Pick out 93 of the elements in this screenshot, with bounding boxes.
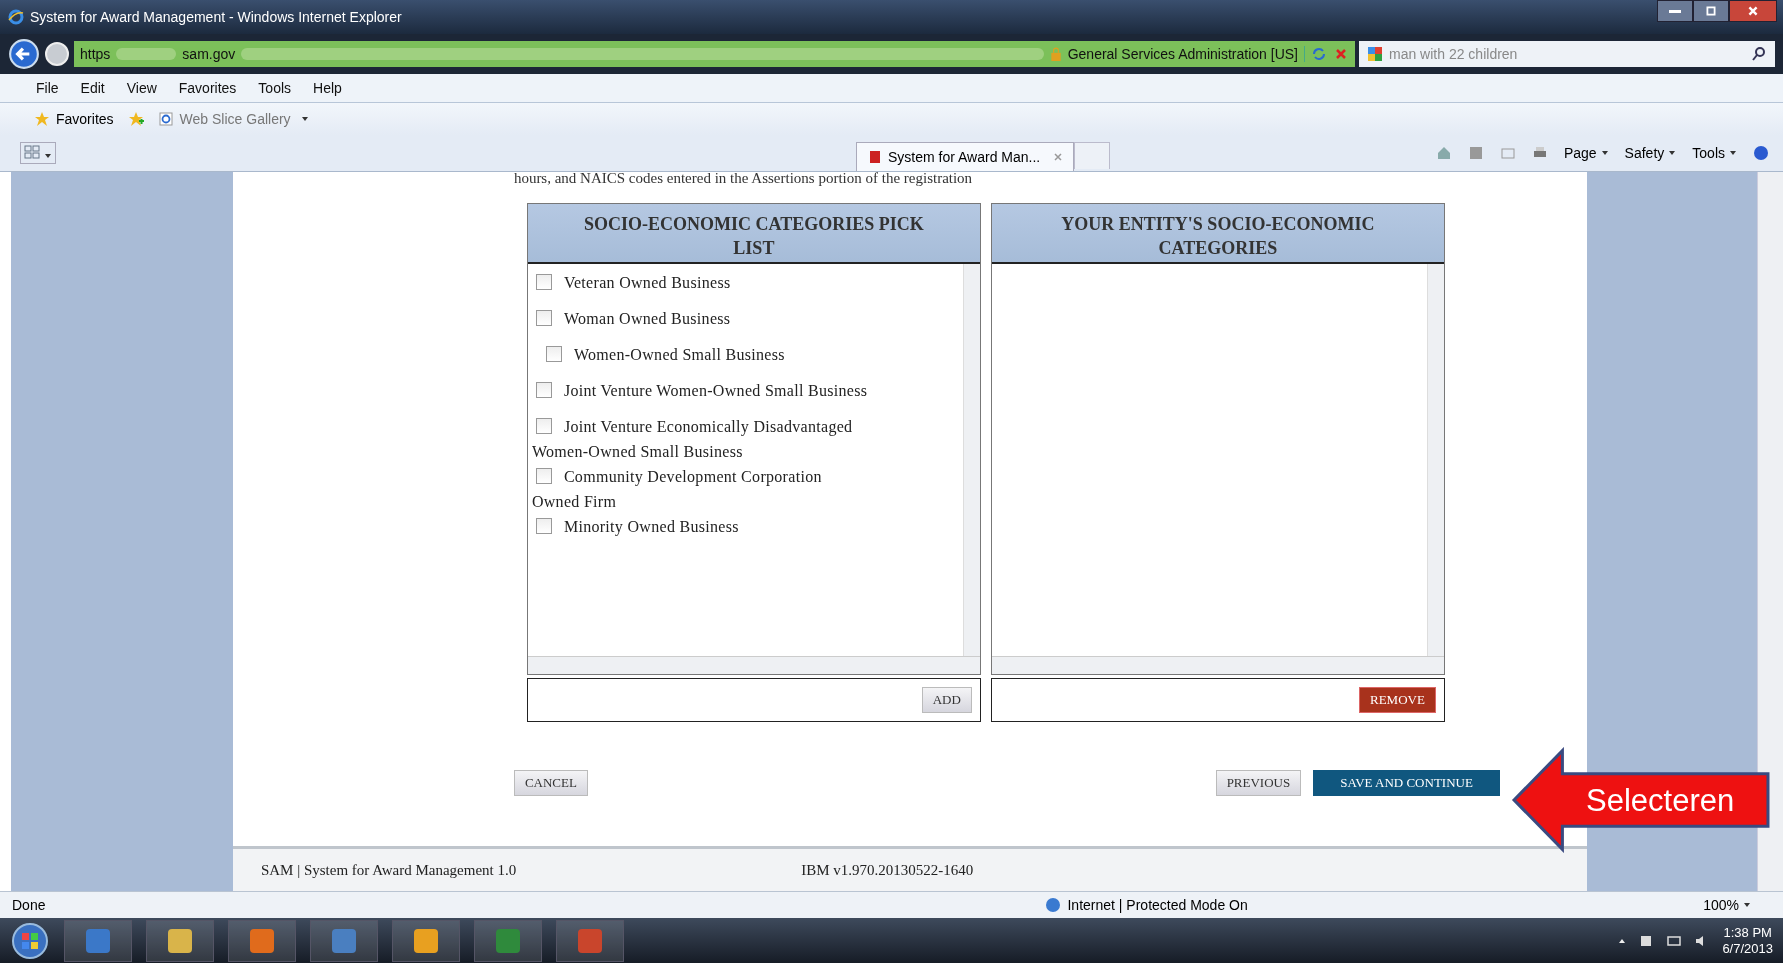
menu-item[interactable]: Favorites: [178, 80, 237, 96]
favorites-button[interactable]: Favorites: [34, 111, 114, 127]
menu-item[interactable]: Tools: [258, 80, 292, 96]
save-and-continue-button[interactable]: SAVE AND CONTINUE: [1313, 770, 1500, 796]
search-provider-icon: [1367, 46, 1383, 62]
scrollbar[interactable]: [962, 264, 980, 656]
command-menu[interactable]: Page: [1563, 145, 1609, 161]
taskbar-app-icon[interactable]: [228, 919, 296, 962]
url-host: sam.gov: [182, 46, 236, 62]
category-option[interactable]: Joint Venture Economically Disadvantaged Women-Owned Small Business: [531, 414, 873, 464]
feeds-icon[interactable]: [1467, 145, 1484, 161]
remove-button[interactable]: REMOVE: [1359, 687, 1436, 713]
menu-item[interactable]: Edit: [80, 80, 105, 96]
star-icon: [34, 111, 50, 127]
restore-icon: [1705, 5, 1717, 17]
close-icon[interactable]: [1053, 152, 1064, 162]
cancel-button[interactable]: CANCEL: [513, 770, 588, 796]
browser-page-icon: [157, 111, 174, 127]
site-identity[interactable]: General Services Administration [US]: [1067, 46, 1305, 62]
category-option[interactable]: Community Development Corporation Owned Firm: [531, 464, 873, 514]
category-option[interactable]: Women-Owned Small Business: [531, 342, 873, 367]
previous-button[interactable]: PREVIOUS: [1215, 770, 1302, 796]
scrollbar[interactable]: [991, 656, 1444, 674]
panel-heading: YOUR ENTITY'S SOCIO-ECONOMIC CATEGORIES: [991, 204, 1444, 264]
new-tab-button[interactable]: [1074, 142, 1111, 169]
help-icon[interactable]: [1753, 145, 1769, 161]
caret-icon: [300, 115, 309, 123]
clock-time: 1:38 PM: [1723, 924, 1772, 941]
version-text: IBM v1.970.20130522-1640: [801, 861, 974, 879]
browser-tab[interactable]: System for Award Man...: [856, 142, 1075, 171]
checkbox[interactable]: [535, 310, 552, 326]
command-menu[interactable]: Safety: [1624, 145, 1677, 161]
checkbox[interactable]: [535, 274, 552, 290]
taskbar-app-icon[interactable]: [556, 919, 624, 962]
taskbar-app-icon[interactable]: [392, 919, 460, 962]
menu-item[interactable]: File: [36, 80, 59, 96]
back-button[interactable]: [8, 38, 40, 70]
address-bar[interactable]: https sam.gov General Services Administration [US]: [74, 41, 1355, 67]
zoom-level[interactable]: 100%: [1703, 897, 1751, 913]
quick-tabs-button[interactable]: [20, 142, 56, 164]
intro-text: hours, and NAICS codes entered in the Assertions portion of the registration: [513, 170, 974, 187]
window-title: System for Award Management - Windows Internet Explorer: [30, 9, 402, 25]
add-favorite-icon[interactable]: [127, 111, 144, 127]
caret-icon: [1600, 149, 1609, 157]
mail-icon[interactable]: [1499, 145, 1516, 161]
close-icon: [1747, 5, 1759, 17]
category-option[interactable]: Woman Owned Business: [531, 306, 873, 331]
caret-icon: [1743, 901, 1751, 909]
category-option[interactable]: Minority Owned Business: [531, 514, 873, 539]
footer-text: SAM | System for Award Management 1.0: [260, 861, 517, 879]
command-menu[interactable]: Tools: [1692, 145, 1737, 161]
restore-button[interactable]: [1693, 0, 1729, 22]
status-text: Done: [12, 897, 46, 913]
add-button[interactable]: ADD: [921, 687, 972, 713]
taskbar-app-icon[interactable]: [310, 919, 378, 962]
blurred-url-segment: [116, 48, 177, 60]
search-icon[interactable]: [1751, 46, 1767, 62]
browser-logo-icon: [8, 9, 24, 25]
minimize-button[interactable]: [1657, 0, 1693, 22]
checkbox[interactable]: [535, 518, 552, 534]
grid-icon: [24, 144, 40, 160]
scrollbar[interactable]: [1426, 264, 1444, 656]
callout-label: Selecteren: [1586, 783, 1735, 819]
checkbox[interactable]: [535, 418, 552, 434]
page-scrollbar[interactable]: [1757, 172, 1783, 891]
clock-date: 6/7/2013: [1722, 940, 1773, 957]
menu-item[interactable]: Help: [313, 80, 342, 96]
minimize-icon: [1669, 9, 1681, 13]
lock-icon: [1049, 47, 1062, 61]
taskbar-app-icon[interactable]: [64, 919, 132, 962]
close-button[interactable]: [1729, 0, 1777, 22]
caret-icon: [44, 152, 52, 160]
web-slice-gallery-link[interactable]: Web Slice Gallery: [157, 111, 309, 127]
scrollbar[interactable]: [527, 656, 980, 674]
caret-icon: [1668, 149, 1677, 157]
taskbar-app-icon[interactable]: [146, 919, 214, 962]
url-scheme: https: [80, 46, 111, 62]
category-option[interactable]: Joint Venture Women-Owned Small Business: [531, 378, 873, 403]
checkbox[interactable]: [545, 346, 562, 362]
site-icon: [867, 149, 883, 165]
checkbox[interactable]: [535, 468, 552, 484]
checkbox[interactable]: [535, 382, 552, 398]
forward-button[interactable]: [44, 41, 70, 67]
home-icon[interactable]: [1435, 145, 1452, 161]
globe-icon: [1045, 897, 1062, 913]
caret-icon: [1729, 149, 1737, 157]
security-zone: Internet | Protected Mode On: [1045, 897, 1248, 913]
start-button[interactable]: [10, 920, 50, 961]
panel-heading: SOCIO-ECONOMIC CATEGORIES PICK LIST: [527, 204, 980, 264]
refresh-icon[interactable]: [1311, 46, 1327, 62]
taskbar-app-icon[interactable]: [474, 919, 542, 962]
menu-item[interactable]: View: [126, 80, 157, 96]
category-option[interactable]: Veteran Owned Business: [531, 270, 873, 295]
